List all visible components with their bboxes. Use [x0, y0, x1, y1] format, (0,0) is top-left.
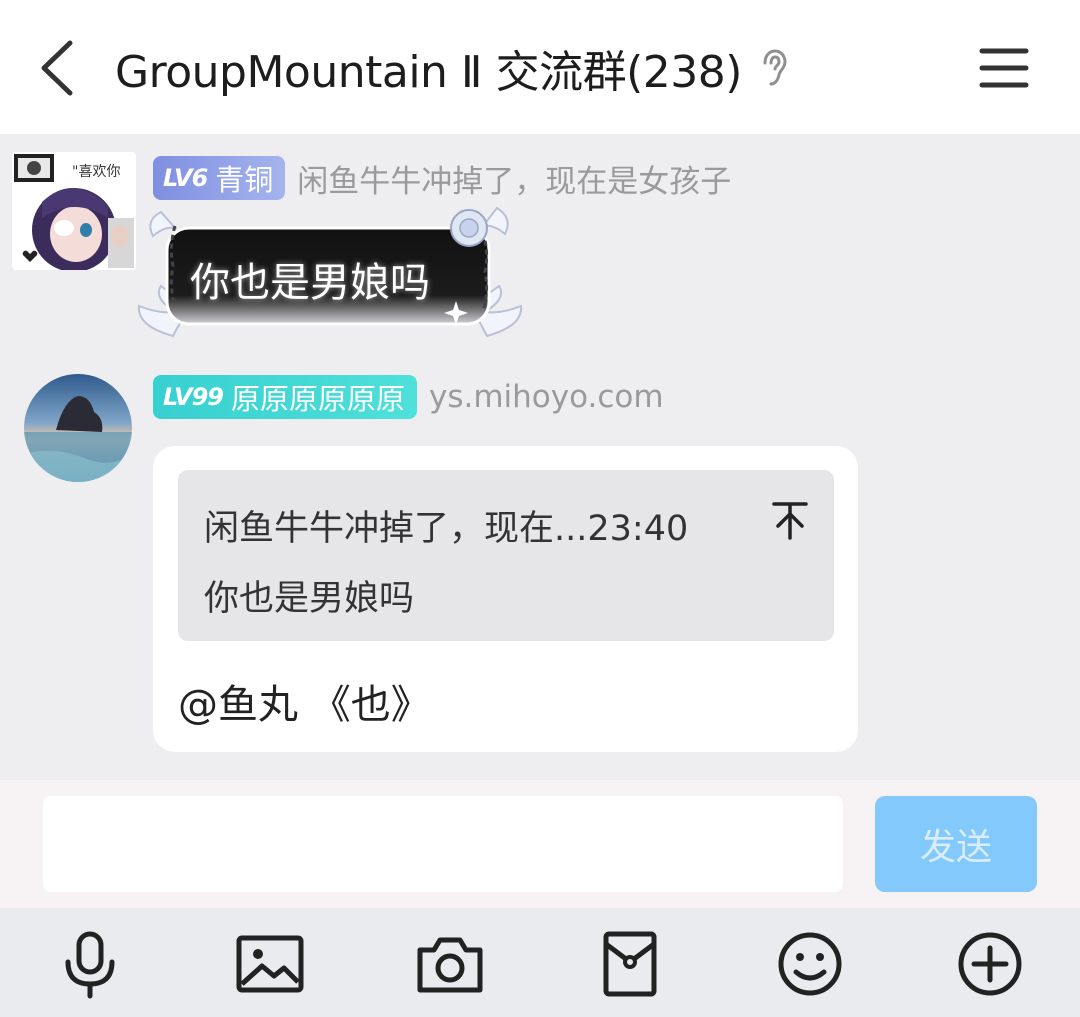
- voice-button[interactable]: [54, 928, 126, 1000]
- rank-label: 原原原原原原: [230, 382, 405, 416]
- sender-meta: LV99 原原原原原原 ys.mihoyo.com: [153, 375, 664, 419]
- quoted-message[interactable]: 闲鱼牛牛冲掉了，现在...23:40 你也是男娘吗: [178, 470, 834, 641]
- rank-label: 青铜: [215, 163, 274, 197]
- bubble-message-text: 你也是男娘吗: [190, 260, 430, 306]
- back-button[interactable]: [30, 35, 90, 101]
- emoji-icon: [778, 932, 842, 996]
- group-title: GroupMountain Ⅱ 交流群(238): [115, 47, 742, 98]
- avatar[interactable]: [24, 374, 132, 482]
- emoji-button[interactable]: [774, 928, 846, 1000]
- sender-nickname[interactable]: ys.mihoyo.com: [429, 379, 664, 415]
- sender-nickname[interactable]: 闲鱼牛牛冲掉了，现在是女孩子: [297, 156, 731, 201]
- send-button[interactable]: 发送: [875, 796, 1037, 892]
- level-label: LV99: [163, 383, 224, 411]
- bottom-toolbar: [0, 908, 1080, 1017]
- chevron-left-icon: [41, 40, 73, 96]
- top-bar: GroupMountain Ⅱ 交流群(238): [0, 0, 1080, 134]
- message-input[interactable]: [43, 796, 843, 892]
- plus-icon: [958, 932, 1022, 996]
- reply-message-bubble[interactable]: 闲鱼牛牛冲掉了，现在...23:40 你也是男娘吗 @鱼丸 《也》: [153, 446, 858, 752]
- sender-meta: LV6 青铜 闲鱼牛牛冲掉了，现在是女孩子: [153, 156, 731, 200]
- quote-text: 你也是男娘吗: [204, 579, 415, 619]
- more-button[interactable]: [954, 928, 1026, 1000]
- scroll-to-top-icon[interactable]: [772, 500, 808, 540]
- ear-icon[interactable]: [758, 48, 790, 88]
- image-button[interactable]: [234, 928, 306, 1000]
- camera-icon: [417, 937, 483, 993]
- level-label: LV6: [163, 164, 208, 192]
- title-container: GroupMountain Ⅱ 交流群(238): [115, 38, 790, 98]
- image-icon: [236, 935, 304, 993]
- hamburger-menu-icon: [979, 48, 1029, 88]
- red-packet-button[interactable]: [594, 928, 666, 1000]
- red-packet-icon: [603, 931, 657, 997]
- input-bar: 发送: [0, 780, 1080, 908]
- avatar[interactable]: "喜欢你: [12, 152, 136, 270]
- svg-text:"喜欢你: "喜欢你: [72, 164, 120, 180]
- reply-text: @鱼丸 《也》: [178, 682, 431, 728]
- level-badge: LV6 青铜: [153, 156, 286, 200]
- menu-button[interactable]: [978, 46, 1030, 90]
- level-badge: LV99 原原原原原原: [153, 375, 417, 419]
- microphone-icon: [65, 931, 115, 999]
- chat-area[interactable]: "喜欢你 LV6 青铜 闲鱼牛牛冲掉了，现在是女孩子 你也是男娘吗 LV99 原…: [0, 134, 1080, 780]
- camera-button[interactable]: [414, 928, 486, 1000]
- quote-header: 闲鱼牛牛冲掉了，现在...23:40: [204, 509, 689, 549]
